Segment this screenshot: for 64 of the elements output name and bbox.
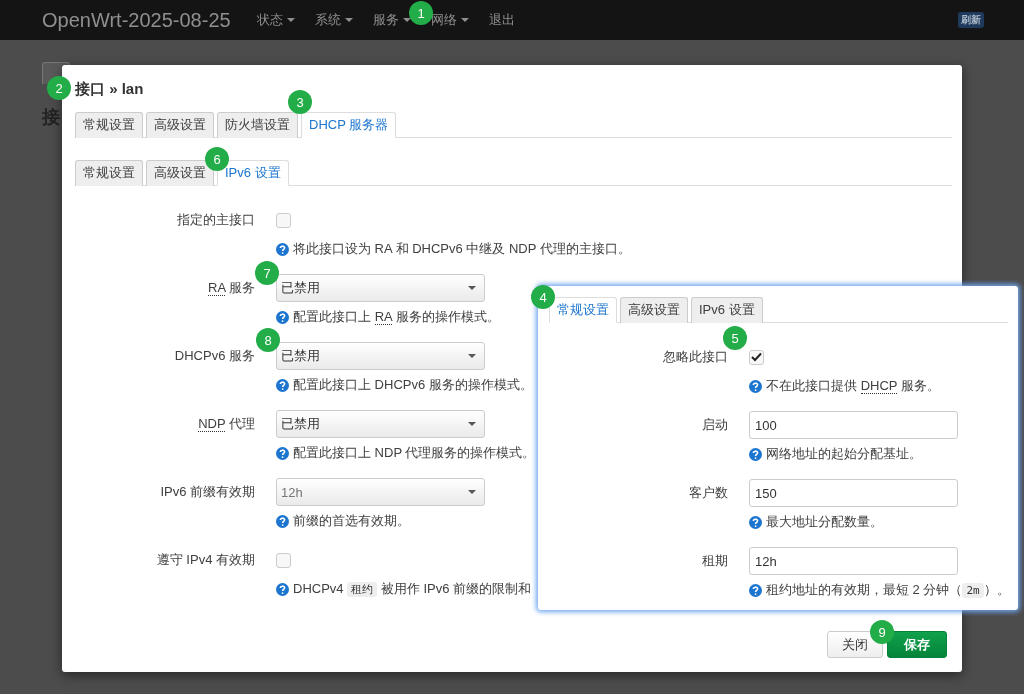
field-label: 忽略此接口 [662, 348, 728, 366]
help-text: 配置此接口上 DHCPv6 服务的操作模式。 [293, 376, 533, 394]
help-text: 配置此接口上 NDP 代理服务的操作模式。 [293, 444, 536, 462]
menu-item[interactable]: 网络 [430, 11, 469, 29]
input-field[interactable]: 12h [749, 547, 958, 575]
help-icon [276, 446, 289, 460]
tab[interactable]: 高级设置 [146, 160, 214, 186]
tab[interactable]: 高级设置 [620, 297, 688, 323]
menu-item[interactable]: 退出 [488, 11, 515, 29]
help-text: 前缀的首选有效期。 [293, 512, 410, 530]
check-icon [751, 352, 762, 362]
caret-icon [286, 18, 295, 22]
field-label: 指定的主接口 [176, 211, 255, 229]
save-button[interactable]: 保存 [887, 631, 947, 658]
caret-icon [468, 422, 476, 426]
select-field[interactable]: 已禁用 [276, 410, 485, 438]
help-text: 将此接口设为 RA 和 DHCPv6 中继及 NDP 代理的主接口。 [293, 240, 631, 258]
caret-icon [468, 286, 476, 290]
help-text: 不在此接口提供 DHCP 服务。 [766, 377, 940, 395]
help-icon [276, 242, 289, 256]
field-label: 客户数 [688, 484, 728, 502]
checkbox[interactable] [276, 212, 291, 228]
help-icon [749, 583, 762, 597]
tab[interactable]: 常规设置 [75, 160, 143, 186]
help-icon [749, 447, 762, 461]
help-text: 租约地址的有效期，最短 2 分钟（ 2m ）。 [766, 581, 1010, 599]
help-text: 配置此接口上 RA 服务的操作模式。 [293, 308, 500, 326]
caret-icon [460, 18, 469, 22]
field-label: 启动 [701, 416, 728, 434]
field-label: 租期 [701, 552, 728, 570]
tab[interactable]: IPv6 设置 [691, 297, 763, 323]
checkbox[interactable] [276, 552, 291, 568]
field-label: NDP 代理 [197, 415, 255, 433]
select-field[interactable]: 已禁用 [276, 274, 485, 302]
help-icon [276, 514, 289, 528]
checkbox[interactable] [749, 349, 764, 365]
help-text: DHCPv4 租约 被用作 IPv6 前缀的限制和 [293, 580, 532, 598]
help-text: 网络地址的起始分配基址。 [766, 445, 922, 463]
dialog-title: 接口 » lan [75, 80, 145, 99]
help-icon [749, 515, 762, 529]
caret-icon [468, 490, 476, 494]
tab[interactable]: 防火墙设置 [217, 112, 298, 138]
refresh-badge[interactable]: 刷新 [958, 12, 984, 28]
field-label: RA 服务 [207, 279, 255, 297]
field-label: 遵守 IPv4 有效期 [155, 551, 255, 569]
input-field[interactable]: 100 [749, 411, 958, 439]
menu-item[interactable]: 状态 [256, 11, 295, 29]
tab[interactable]: DHCP 服务器 [301, 112, 397, 138]
select-field[interactable]: 已禁用 [276, 342, 485, 370]
help-icon [276, 582, 289, 596]
tab[interactable]: 常规设置 [549, 297, 617, 323]
menu-item[interactable]: 系统 [314, 11, 353, 29]
input-field[interactable]: 150 [749, 479, 958, 507]
tab[interactable]: 常规设置 [75, 112, 143, 138]
tab[interactable]: 高级设置 [146, 112, 214, 138]
caret-icon [344, 18, 353, 22]
caret-icon [468, 354, 476, 358]
brand-logo[interactable]: OpenWrt-2025-08-25 [42, 8, 231, 32]
field-label: DHCPv6 服务 [173, 347, 255, 365]
help-icon [276, 378, 289, 392]
help-text: 最大地址分配数量。 [766, 513, 883, 531]
help-icon [749, 379, 762, 393]
help-icon [276, 310, 289, 324]
field-label: IPv6 前缀有效期 [159, 483, 255, 501]
